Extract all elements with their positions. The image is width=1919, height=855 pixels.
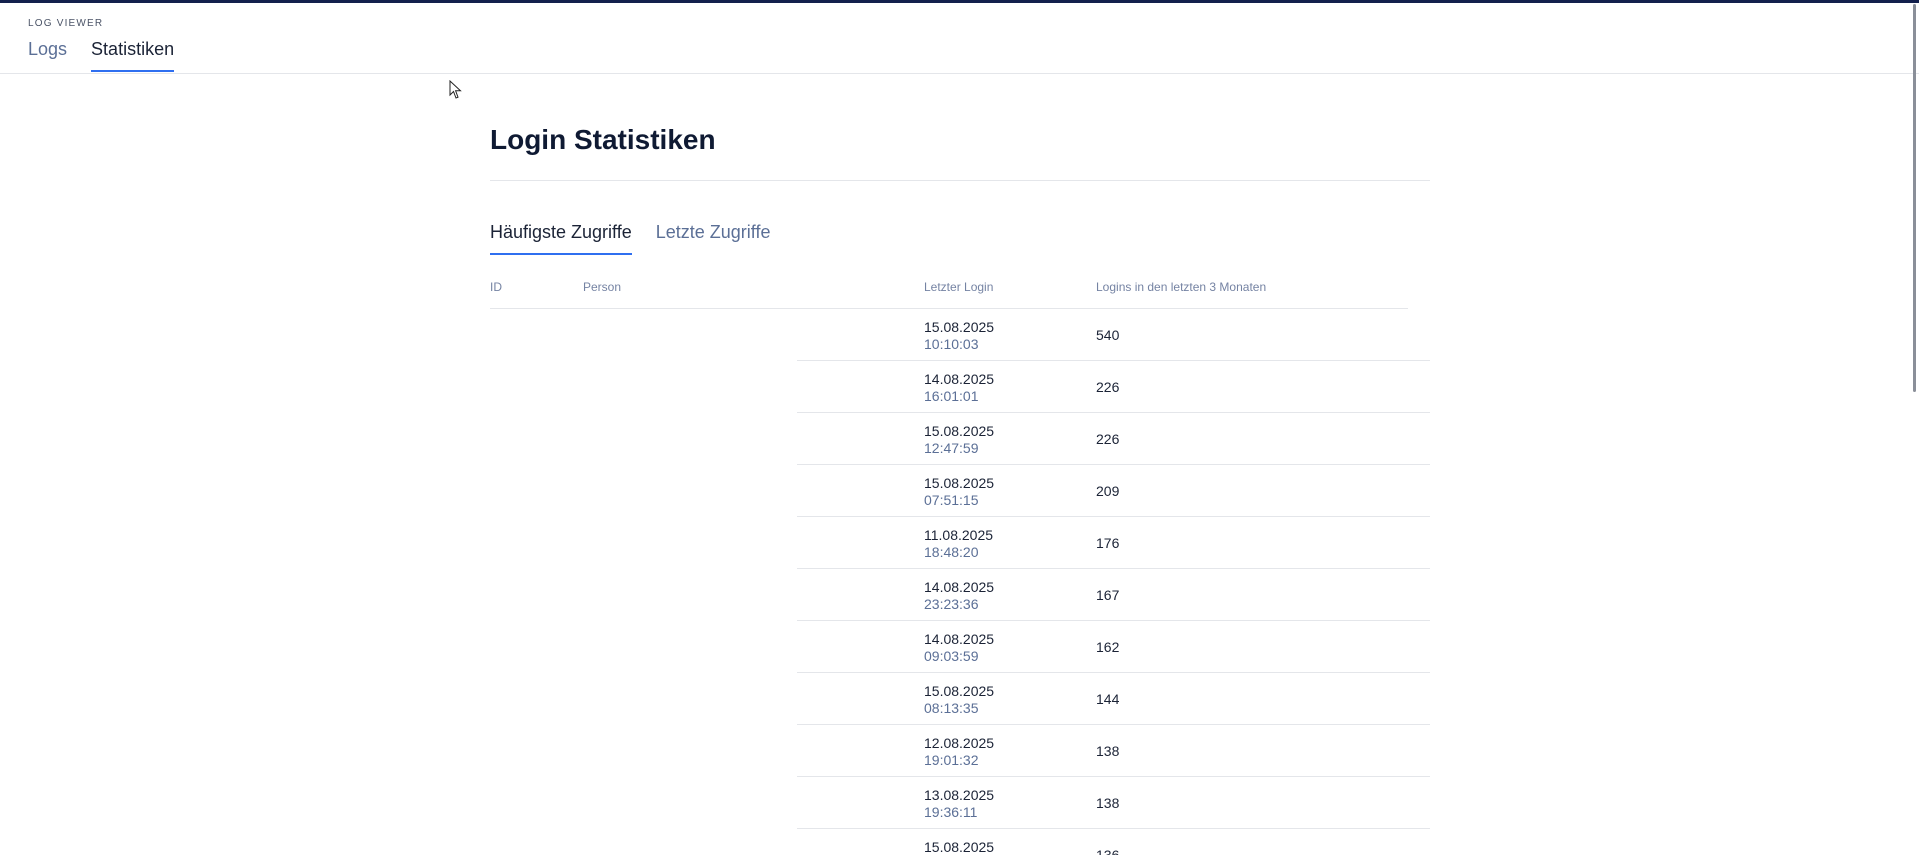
column-header-person[interactable]: Person (583, 280, 621, 294)
table-body: 15.08.2025 10:10:03 540 14.08.2025 16:01:01 2… (797, 309, 1430, 855)
stats-tabs: Häufigste Zugriffe Letzte Zugriffe (490, 222, 770, 255)
main-content: Login Statistiken Häufigste Zugriffe Let… (490, 120, 1430, 309)
cell-last-login-time: 12:47:59 (924, 440, 979, 456)
table-row[interactable]: 13.08.2025 19:36:11 138 (797, 777, 1430, 829)
cell-login-count: 176 (1096, 535, 1120, 551)
cell-last-login-time: 10:10:03 (924, 336, 979, 352)
cell-last-login-date: 14.08.2025 (924, 579, 995, 595)
table-row[interactable]: 11.08.2025 18:48:20 176 (797, 517, 1430, 569)
tab-haeufigste-zugriffe[interactable]: Häufigste Zugriffe (490, 222, 632, 255)
table-row[interactable]: 15.08.2025 07:51:15 209 (797, 465, 1430, 517)
table-row[interactable]: 15.08.2025 136 (797, 829, 1430, 855)
table-row[interactable]: 15.08.2025 08:13:35 144 (797, 673, 1430, 725)
cell-last-login-time: 18:48:20 (924, 544, 979, 560)
cell-last-login-time: 23:23:36 (924, 596, 979, 612)
cell-login-count: 162 (1096, 639, 1120, 655)
table-row[interactable]: 15.08.2025 12:47:59 226 (797, 413, 1430, 465)
cell-login-count: 226 (1096, 379, 1120, 395)
cell-last-login-date: 15.08.2025 (924, 319, 995, 335)
nav-tab-statistiken[interactable]: Statistiken (91, 39, 175, 72)
cell-login-count: 138 (1096, 743, 1120, 759)
cell-last-login-time: 16:01:01 (924, 388, 979, 404)
table-row[interactable]: 15.08.2025 10:10:03 540 (797, 309, 1430, 361)
cell-last-login-date: 15.08.2025 (924, 475, 995, 491)
app-root: LOG VIEWER Logs Statistiken Login Statis… (0, 0, 1919, 855)
cell-login-count: 226 (1096, 431, 1120, 447)
tab-letzte-zugriffe[interactable]: Letzte Zugriffe (656, 222, 771, 255)
app-title: LOG VIEWER (28, 18, 104, 29)
title-divider (490, 180, 1430, 181)
cell-login-count: 136 (1096, 847, 1120, 855)
table-row[interactable]: 14.08.2025 09:03:59 162 (797, 621, 1430, 673)
nav-tab-logs[interactable]: Logs (28, 39, 67, 72)
cell-last-login-date: 14.08.2025 (924, 371, 995, 387)
cell-last-login-time: 09:03:59 (924, 648, 979, 664)
column-header-logins-count[interactable]: Logins in den letzten 3 Monaten (1096, 280, 1266, 294)
column-header-letzter-login[interactable]: Letzter Login (924, 280, 993, 294)
main-nav: Logs Statistiken (28, 39, 175, 72)
cell-last-login-date: 15.08.2025 (924, 423, 995, 439)
mouse-cursor-icon (449, 80, 462, 99)
table-row[interactable]: 14.08.2025 23:23:36 167 (797, 569, 1430, 621)
cell-last-login-time: 19:01:32 (924, 752, 979, 768)
cell-login-count: 138 (1096, 795, 1120, 811)
cell-login-count: 144 (1096, 691, 1120, 707)
cell-last-login-time: 07:51:15 (924, 492, 979, 508)
cell-login-count: 167 (1096, 587, 1120, 603)
column-header-id[interactable]: ID (490, 280, 502, 294)
table-header: ID Person Letzter Login Logins in den le… (490, 280, 1408, 309)
cell-last-login-date: 13.08.2025 (924, 787, 995, 803)
table-row[interactable]: 12.08.2025 19:01:32 138 (797, 725, 1430, 777)
cell-login-count: 209 (1096, 483, 1120, 499)
cell-last-login-date: 11.08.2025 (924, 527, 994, 543)
cell-login-count: 540 (1096, 327, 1120, 343)
header: LOG VIEWER Logs Statistiken (0, 3, 1919, 74)
cell-last-login-date: 15.08.2025 (924, 839, 995, 855)
cell-last-login-date: 15.08.2025 (924, 683, 995, 699)
page-scrollbar[interactable] (1913, 4, 1916, 392)
cell-last-login-date: 12.08.2025 (924, 735, 995, 751)
cell-last-login-date: 14.08.2025 (924, 631, 995, 647)
cell-last-login-time: 08:13:35 (924, 700, 979, 716)
page-title: Login Statistiken (490, 124, 716, 155)
cell-last-login-time: 19:36:11 (924, 804, 978, 820)
table-row[interactable]: 14.08.2025 16:01:01 226 (797, 361, 1430, 413)
